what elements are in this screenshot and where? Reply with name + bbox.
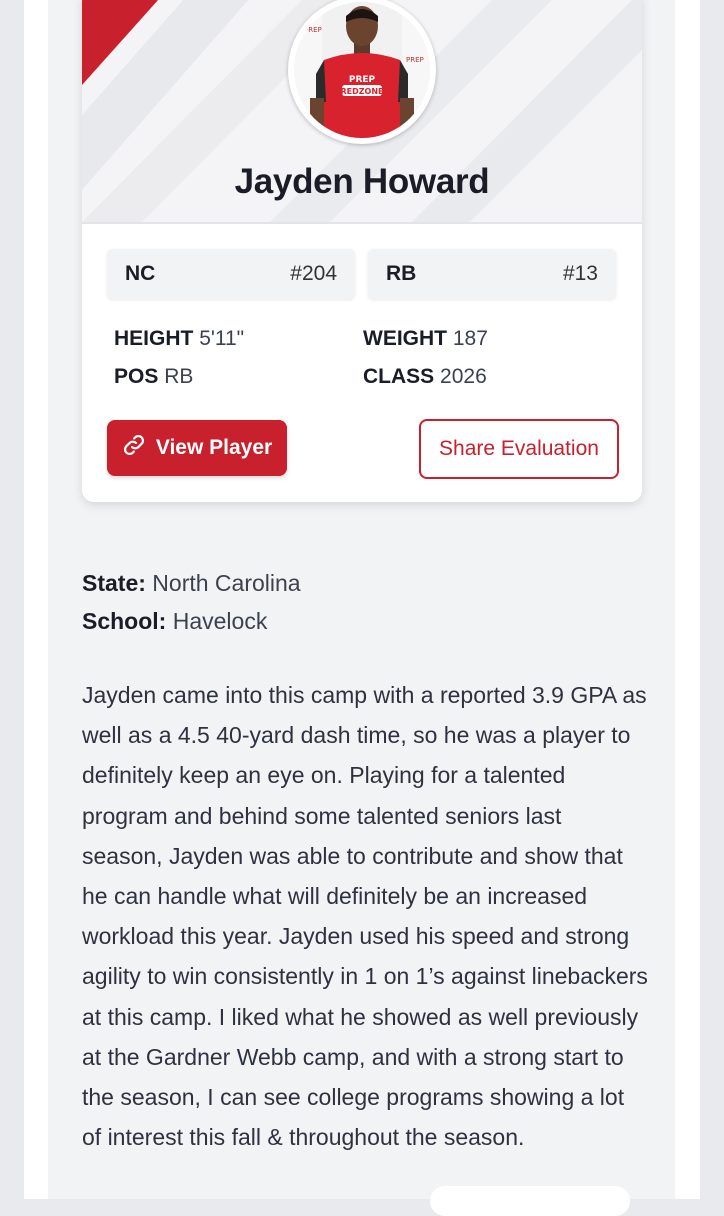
- view-player-button[interactable]: View Player: [107, 420, 287, 476]
- player-name: Jayden Howard: [234, 162, 490, 201]
- stat-pos-value: RB: [164, 365, 194, 388]
- state-rank-chip: NC #204: [107, 249, 355, 299]
- stat-weight: WEIGHT 187: [363, 327, 488, 351]
- view-player-label: View Player: [155, 436, 273, 459]
- state-label: State:: [82, 570, 146, 596]
- share-evaluation-label: Share Evaluation: [439, 437, 599, 460]
- school-label: School:: [82, 608, 167, 634]
- state-value: North Carolina: [152, 570, 301, 596]
- stat-weight-value: 187: [452, 327, 488, 350]
- position-rank-chip: RB #13: [368, 249, 616, 299]
- stat-height-value: 5'11": [199, 327, 245, 350]
- state-chip-rank: #204: [290, 262, 337, 285]
- stat-class-value: 2026: [440, 365, 487, 388]
- player-photo: PREP PREP PREP REDZONE: [294, 2, 430, 138]
- svg-text:PREP: PREP: [304, 26, 322, 34]
- stat-pos-key: POS: [114, 365, 159, 388]
- share-evaluation-button[interactable]: Share Evaluation: [419, 419, 619, 479]
- svg-text:PREP: PREP: [406, 56, 424, 64]
- evaluation-text: Jayden came into this camp with a report…: [82, 682, 648, 1151]
- stat-class-key: CLASS: [363, 365, 435, 388]
- stat-weight-key: WEIGHT: [363, 327, 447, 350]
- link-icon: [122, 433, 146, 463]
- stat-height-key: HEIGHT: [114, 327, 194, 350]
- shirt-text-bottom: REDZONE: [340, 87, 383, 96]
- card-header: PREP PREP PREP REDZONE Jayden Howard: [82, 0, 642, 224]
- school-value: Havelock: [172, 608, 268, 634]
- stat-height: HEIGHT 5'11": [114, 327, 244, 351]
- floating-pill[interactable]: [430, 1186, 630, 1216]
- stat-pos: POS RB: [114, 365, 193, 389]
- position-chip-label: RB: [386, 262, 417, 285]
- school-line: School: Havelock: [82, 608, 267, 635]
- stat-class: CLASS 2026: [363, 365, 487, 389]
- avatar: PREP PREP PREP REDZONE: [288, 0, 436, 144]
- player-card: PREP PREP PREP REDZONE Jayden Howard NC …: [82, 0, 642, 502]
- state-line: State: North Carolina: [82, 570, 301, 597]
- state-chip-label: NC: [125, 262, 156, 285]
- position-chip-rank: #13: [562, 262, 598, 285]
- shirt-text-top: PREP: [349, 75, 376, 85]
